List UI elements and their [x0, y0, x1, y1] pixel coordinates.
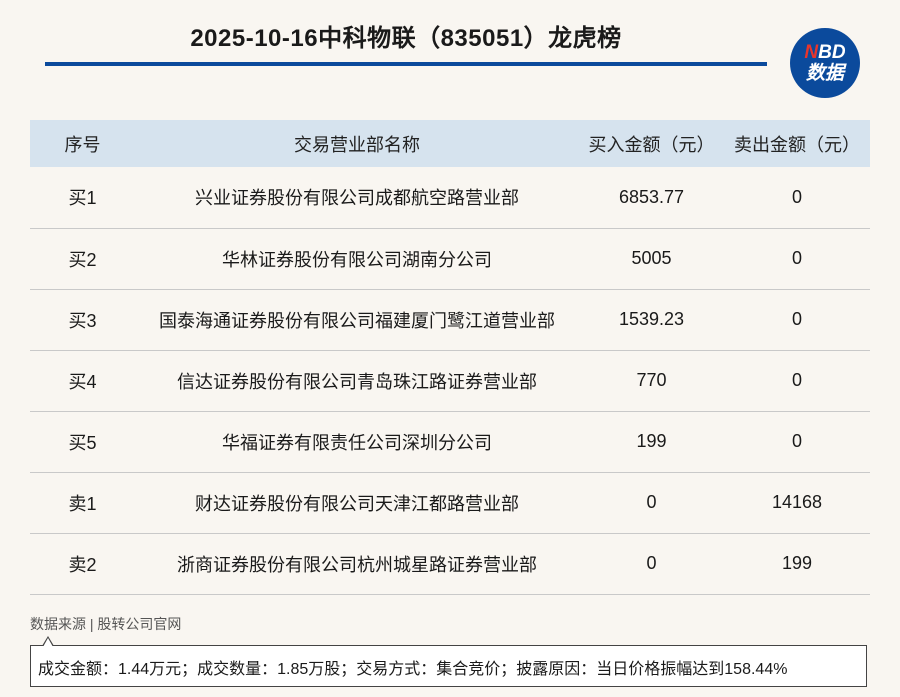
- table-row: 卖2 浙商证券股份有限公司杭州城星路证券营业部 0 199: [30, 533, 870, 594]
- header-sell-amount: 卖出金额（元）: [734, 134, 860, 155]
- logo-bottom: 数据: [805, 63, 844, 84]
- row-index: 买3: [68, 310, 97, 331]
- row-branch: 华林证券股份有限公司湖南分公司: [222, 249, 492, 270]
- row-sell: 199: [781, 553, 813, 573]
- row-sell: 0: [791, 248, 802, 268]
- logo-letters-bd: BD: [818, 42, 846, 63]
- row-index: 卖2: [68, 554, 97, 575]
- row-buy: 0: [646, 492, 657, 512]
- row-sell: 0: [791, 186, 802, 207]
- row-index: 买5: [68, 432, 97, 453]
- logo-top: NBD: [804, 43, 845, 62]
- row-index: 买2: [68, 249, 97, 270]
- table-row: 买4 信达证券股份有限公司青岛珠江路证券营业部 770 0: [30, 350, 870, 411]
- table-row: 卖1 财达证券股份有限公司天津江都路营业部 0 14168: [30, 472, 870, 533]
- table-row: 买2 华林证券股份有限公司湖南分公司 5005 0: [30, 228, 870, 289]
- logo-letter-n: N: [804, 42, 819, 63]
- title-underline: [45, 62, 767, 66]
- row-branch: 浙商证券股份有限公司杭州城星路证券营业部: [177, 554, 537, 575]
- header-branch-name: 交易营业部名称: [294, 134, 420, 155]
- row-branch: 财达证券股份有限公司天津江都路营业部: [195, 493, 519, 514]
- row-sell: 14168: [771, 492, 823, 512]
- row-sell: 0: [791, 431, 802, 451]
- row-buy: 6853.77: [618, 186, 685, 207]
- table-row: 买5 华福证券有限责任公司深圳分公司 199 0: [30, 411, 870, 472]
- row-branch: 兴业证券股份有限公司成都航空路营业部: [195, 188, 519, 209]
- row-buy: 1539.23: [618, 309, 685, 329]
- row-sell: 0: [791, 370, 802, 390]
- note-pointer-inner: [43, 638, 53, 647]
- row-buy: 5005: [631, 248, 672, 268]
- row-buy: 770: [636, 370, 667, 390]
- header-index: 序号: [64, 134, 101, 155]
- nbd-logo: NBD 数据: [790, 28, 860, 98]
- row-sell: 0: [791, 309, 802, 329]
- row-branch: 信达证券股份有限公司青岛珠江路证券营业部: [177, 371, 537, 392]
- trade-summary-note: 成交金额：1.44万元；成交数量：1.85万股；交易方式：集合竞价；披露原因：当…: [30, 645, 867, 687]
- row-buy: 0: [646, 553, 657, 573]
- data-source: 数据来源 | 股转公司官网: [30, 616, 182, 632]
- row-branch: 国泰海通证券股份有限公司福建厦门鹭江道营业部: [159, 310, 555, 331]
- row-index: 买1: [68, 188, 97, 209]
- table-row: 买1 兴业证券股份有限公司成都航空路营业部 6853.77 0: [30, 167, 870, 228]
- row-branch: 华福证券有限责任公司深圳分公司: [222, 432, 492, 453]
- dragon-tiger-table: 序号 交易营业部名称 买入金额（元） 卖出金额（元） 买1 兴业证券股份有限公司…: [30, 120, 870, 595]
- row-index: 买4: [68, 371, 97, 392]
- header-buy-amount: 买入金额（元）: [588, 134, 715, 155]
- table-row: 买3 国泰海通证券股份有限公司福建厦门鹭江道营业部 1539.23 0: [30, 289, 870, 350]
- row-index: 卖1: [68, 493, 97, 514]
- page-title: 2025-10-16中科物联（835051）龙虎榜: [190, 25, 622, 52]
- row-buy: 199: [636, 431, 667, 451]
- table-header-row: 序号 交易营业部名称 买入金额（元） 卖出金额（元）: [30, 120, 870, 167]
